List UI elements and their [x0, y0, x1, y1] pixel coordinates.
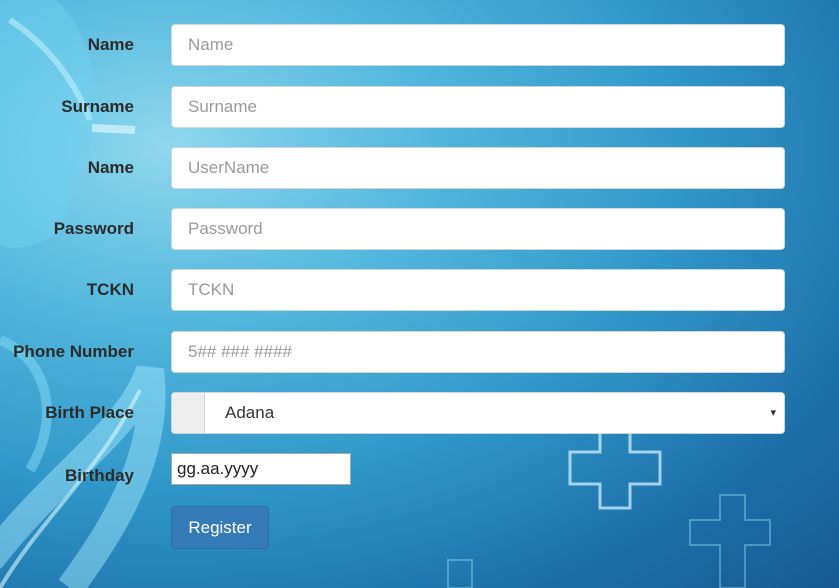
name-label: Name — [87, 35, 134, 54]
birthday-row: Birthday — [0, 453, 839, 495]
surname-label: Surname — [61, 97, 134, 116]
password-label: Password — [53, 219, 134, 238]
tckn-row: TCKN — [0, 269, 839, 311]
register-button[interactable]: Register — [171, 506, 269, 549]
chevron-down-icon: ▾ — [770, 407, 776, 419]
birth-place-value: Adana — [225, 403, 275, 422]
phone-number-label: Phone Number — [13, 342, 134, 361]
birthday-label: Birthday — [65, 466, 134, 485]
birth-place-row: Birth Place Adana ▾ — [0, 392, 839, 434]
username-label: Name — [87, 158, 134, 177]
username-row: Name — [0, 147, 839, 189]
name-row: Name — [0, 24, 839, 66]
phone-row: Phone Number — [0, 331, 839, 373]
birth-place-label: Birth Place — [45, 403, 134, 422]
username-input[interactable] — [171, 147, 785, 189]
password-input[interactable] — [171, 208, 785, 250]
select-addon — [172, 393, 205, 433]
surname-row: Surname — [0, 86, 839, 128]
name-input[interactable] — [171, 24, 785, 66]
birthday-input[interactable] — [171, 453, 351, 485]
password-row: Password — [0, 208, 839, 250]
surname-input[interactable] — [171, 86, 785, 128]
birth-place-select[interactable]: Adana ▾ — [171, 392, 785, 434]
tckn-label: TCKN — [86, 280, 134, 299]
tckn-input[interactable] — [171, 269, 785, 311]
phone-number-input[interactable] — [171, 331, 785, 373]
